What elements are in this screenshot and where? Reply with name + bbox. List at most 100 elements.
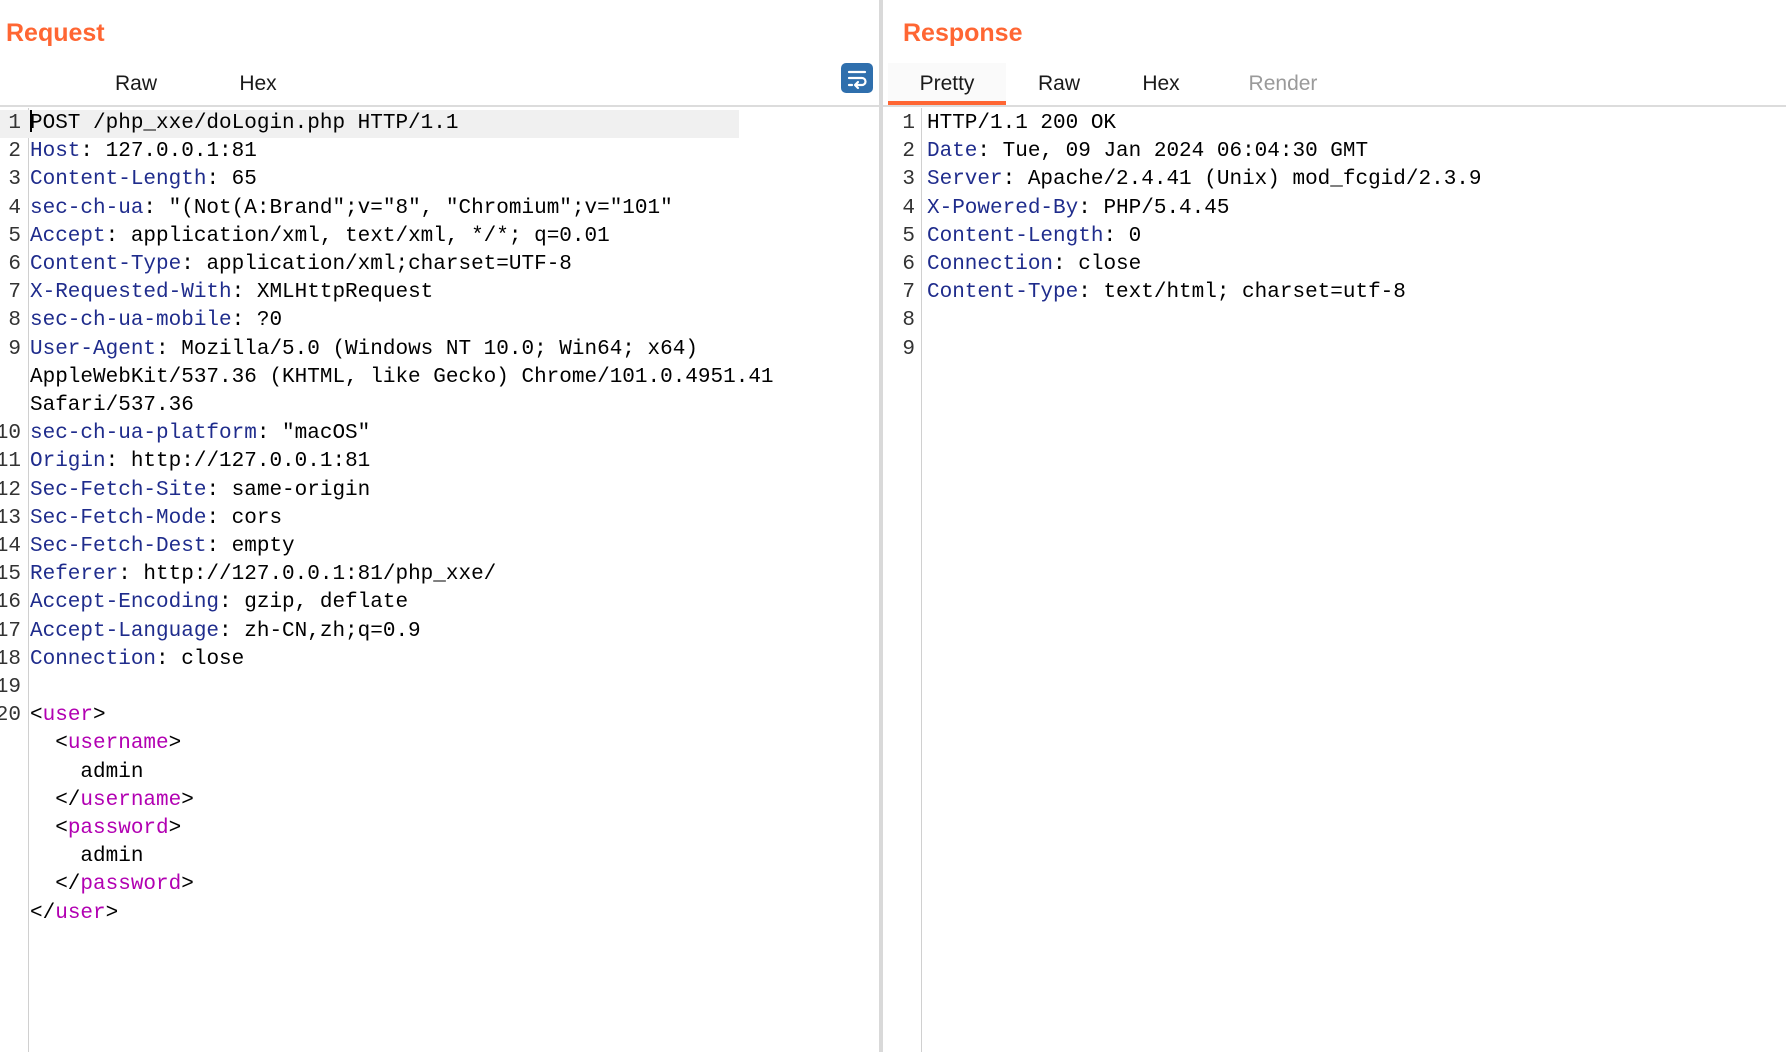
line-text: Accept-Language: zh-CN,zh;q=0.9	[30, 619, 421, 643]
line-number: 17	[0, 619, 21, 643]
header-name: sec-ch-ua-platform	[30, 422, 257, 446]
line-number: 5	[902, 224, 915, 248]
code-line: Safari/537.36	[0, 392, 879, 420]
line-text: Connection: close	[30, 647, 245, 671]
line-text: Accept-Encoding: gzip, deflate	[30, 591, 409, 615]
code-line: admin	[0, 759, 879, 787]
tab-hex[interactable]: Hex	[1128, 63, 1194, 105]
header-name: Host	[30, 140, 81, 164]
line-text: Sec-Fetch-Mode: cors	[30, 506, 283, 530]
code-line: <password>	[0, 815, 879, 843]
code-line: </password>	[0, 871, 879, 899]
line-number: 10	[0, 422, 21, 446]
tab-raw[interactable]: Raw	[1027, 63, 1091, 105]
code-line: 1 POST /php_xxe/doLogin.php HTTP/1.1	[0, 110, 739, 138]
line-text: admin	[30, 760, 144, 784]
line-text: Referer: http://127.0.0.1:81/php_xxe/	[30, 563, 497, 587]
code-line: 3 Server: Apache/2.4.41 (Unix) mod_fcgid/…	[883, 166, 1786, 194]
request-tabbar: Raw Hex	[0, 63, 879, 107]
line-number: 20	[0, 704, 21, 728]
line-text: Date: Tue, 09 Jan 2024 06:04:30 GMT	[927, 140, 1369, 164]
code-line: 11 Origin: http://127.0.0.1:81	[0, 448, 879, 476]
code-line: admin	[0, 843, 879, 871]
line-text: admin	[30, 845, 144, 869]
code-line: 19	[0, 674, 879, 702]
code-line: 9	[883, 336, 1786, 364]
line-number: 16	[0, 591, 21, 615]
line-text: <password>	[30, 817, 182, 840]
xml-tag-name: username	[67, 732, 169, 756]
line-text: Content-Type: application/xml;charset=UT…	[30, 253, 572, 276]
code-line: 15 Referer: http://127.0.0.1:81/php_xxe/	[0, 561, 879, 589]
xml-tag-name: user	[55, 901, 106, 925]
line-number: 9	[902, 337, 915, 361]
code-line: <username>	[0, 730, 879, 758]
word-wrap-icon[interactable]	[841, 63, 873, 93]
line-number: 1	[902, 112, 915, 135]
header-name: Accept-Encoding	[30, 591, 220, 615]
line-number: 8	[8, 309, 21, 333]
header-name: sec-ch-ua	[30, 196, 144, 220]
code-line: 14 Sec-Fetch-Dest: empty	[0, 533, 879, 561]
line-text: POST /php_xxe/doLogin.php HTTP/1.1	[30, 110, 459, 135]
xml-tag-name: password	[67, 817, 169, 840]
line-number: 2	[902, 140, 915, 164]
tab-hex[interactable]: Hex	[225, 63, 291, 105]
response-tabbar: Pretty Raw Hex Render	[883, 63, 1786, 107]
code-line: 5 Accept: application/xml, text/xml, */*;…	[0, 223, 879, 251]
code-line: 7 X-Requested-With: XMLHttpRequest	[0, 279, 879, 307]
header-name: Connection	[30, 647, 157, 671]
code-line: 17 Accept-Language: zh-CN,zh;q=0.9	[0, 618, 879, 646]
line-text: HTTP/1.1 200 OK	[927, 112, 1117, 135]
line-text: Origin: http://127.0.0.1:81	[30, 450, 371, 474]
line-text: Accept: application/xml, text/xml, */*; …	[30, 224, 610, 248]
line-text: Safari/537.36	[30, 394, 194, 417]
line-text: sec-ch-ua-mobile: ?0	[30, 309, 283, 333]
line-number: 1	[8, 112, 21, 135]
line-number: 3	[902, 168, 915, 192]
line-text: AppleWebKit/537.36 (KHTML, like Gecko) C…	[30, 365, 774, 389]
code-line: AppleWebKit/537.36 (KHTML, like Gecko) C…	[0, 364, 879, 392]
line-number: 11	[0, 450, 21, 474]
header-name: Sec-Fetch-Site	[30, 478, 207, 502]
line-number: 5	[8, 224, 21, 248]
line-number: 3	[8, 168, 21, 192]
tab-raw[interactable]: Raw	[104, 63, 168, 105]
code-line: 16 Accept-Encoding: gzip, deflate	[0, 589, 879, 617]
line-text: Sec-Fetch-Site: same-origin	[30, 478, 371, 502]
line-text: Content-Length: 65	[30, 168, 257, 192]
header-name: Sec-Fetch-Mode	[30, 506, 207, 530]
header-name: sec-ch-ua-mobile	[30, 309, 232, 333]
header-name: Server	[927, 168, 1003, 192]
line-number: 13	[0, 506, 21, 530]
header-name: Content-Type	[30, 253, 182, 276]
code-line: </username>	[0, 787, 879, 815]
code-line: 13 Sec-Fetch-Mode: cors	[0, 505, 879, 533]
response-pane: Response Pretty Raw Hex Render 1 HTTP/1.1…	[883, 0, 1786, 1052]
line-number: 14	[0, 535, 21, 558]
code-line: 5 Content-Length: 0	[883, 223, 1786, 251]
header-name: Accept	[30, 224, 106, 248]
xml-tag-name: user	[42, 704, 94, 728]
tab-render[interactable]: Render	[1233, 63, 1333, 105]
code-line: 4 X-Powered-By: PHP/5.4.45	[883, 195, 1786, 223]
line-number: 2	[8, 140, 21, 164]
line-text: </username>	[30, 788, 194, 812]
tab-pretty[interactable]: Pretty	[888, 63, 1006, 105]
line-text: Connection: close	[927, 253, 1142, 276]
line-number: 7	[902, 281, 915, 305]
line-text: </user>	[30, 901, 119, 925]
header-name: Accept-Language	[30, 619, 220, 643]
header-name: Referer	[30, 563, 119, 587]
xml-tag-name: password	[80, 873, 182, 897]
line-number: 6	[8, 253, 21, 276]
line-text: sec-ch-ua: "(Not(A:Brand";v="8", "Chromi…	[30, 196, 673, 220]
line-text: X-Powered-By: PHP/5.4.45	[927, 196, 1230, 220]
request-title: Request	[6, 19, 105, 47]
header-name: Content-Length	[927, 224, 1104, 248]
code-line: 6 Connection: close	[883, 251, 1786, 279]
code-line: 20 <user>	[0, 702, 879, 730]
line-text: sec-ch-ua-platform: "macOS"	[30, 422, 371, 446]
code-line: </user>	[0, 900, 879, 928]
header-name: X-Powered-By	[927, 196, 1079, 220]
